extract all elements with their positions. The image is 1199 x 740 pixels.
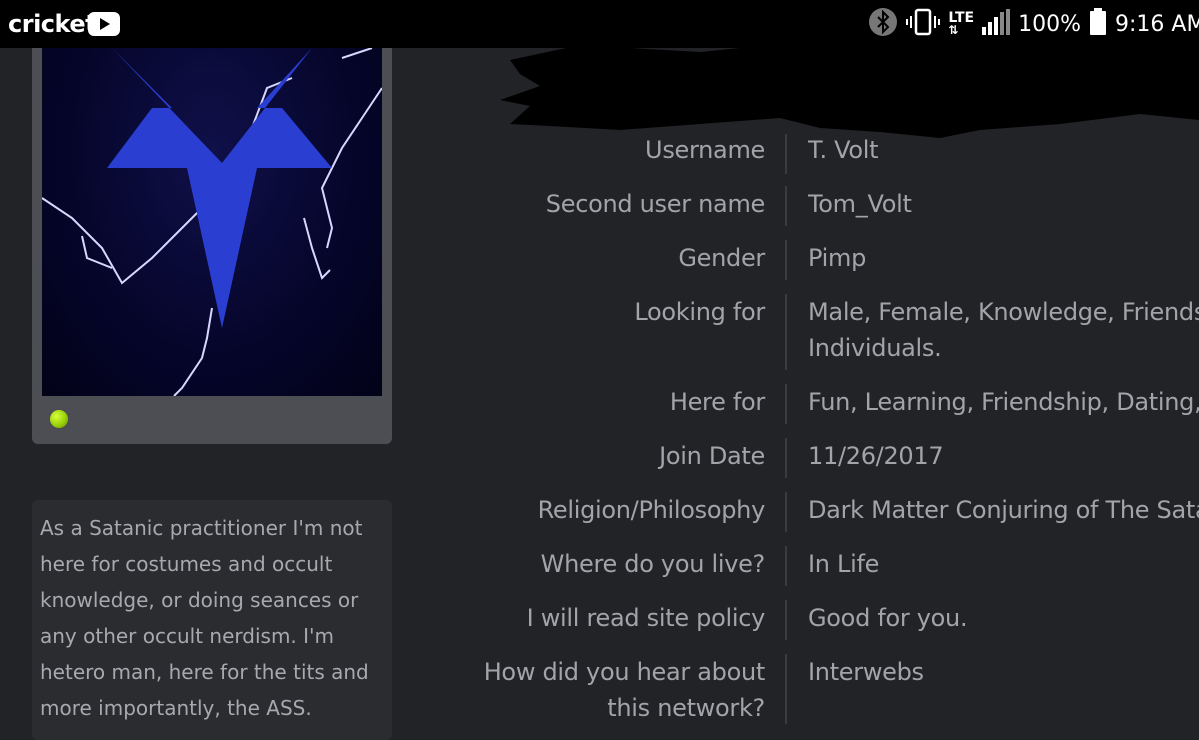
bluetooth-icon — [868, 7, 898, 41]
row-divider — [785, 546, 787, 586]
profile-photo-card — [32, 48, 392, 444]
youtube-icon — [88, 12, 120, 40]
info-value: Pimp — [808, 244, 867, 272]
online-status-indicator — [50, 410, 68, 428]
info-label: Here for — [669, 388, 765, 416]
info-value: Good for you. — [808, 604, 968, 632]
info-value: Interwebs — [808, 658, 924, 686]
profile-avatar[interactable] — [42, 48, 382, 396]
info-value: 11/26/2017 — [808, 442, 944, 470]
carrier-name: cricket — [8, 10, 97, 38]
status-bar: cricket LTE ⇅ 100% 9:16 AM — [0, 0, 1199, 48]
clock-time: 9:16 AM — [1115, 11, 1199, 37]
info-value: Dark Matter Conjuring of The Sata — [808, 496, 1199, 524]
row-divider — [785, 438, 787, 478]
status-icons: LTE ⇅ 100% 9:16 AM — [868, 8, 1199, 40]
info-value: Fun, Learning, Friendship, Dating, W — [808, 388, 1199, 416]
info-label: Looking for — [634, 298, 765, 326]
info-label: Join Date — [659, 442, 765, 470]
redaction-scribble — [500, 40, 1199, 138]
info-value: Male, Female, Knowledge, Friends, Indivi… — [808, 298, 1199, 362]
info-label: Second user name — [545, 190, 766, 218]
row-divider — [785, 384, 787, 424]
info-label: Religion/Philosophy — [537, 496, 766, 524]
vibrate-icon — [906, 7, 941, 41]
battery-icon — [1089, 8, 1107, 40]
row-divider — [785, 294, 787, 370]
signal-icon — [982, 9, 1011, 39]
row-divider — [785, 600, 787, 640]
info-label: How did you hear about this network? — [483, 658, 766, 722]
row-divider — [785, 186, 787, 226]
lte-icon: LTE ⇅ — [948, 10, 975, 37]
profile-bio: As a Satanic practitioner I'm not here f… — [32, 500, 392, 740]
info-value: In Life — [808, 550, 880, 578]
row-divider — [785, 654, 787, 724]
info-label: I will read site policy — [526, 604, 766, 632]
row-divider — [785, 240, 787, 280]
lightning-emblem-image — [42, 48, 382, 396]
row-divider — [785, 492, 787, 532]
battery-percent: 100% — [1018, 11, 1081, 37]
info-label: Where do you live? — [540, 550, 766, 578]
info-value: Tom_Volt — [808, 190, 912, 218]
info-label: Gender — [678, 244, 765, 272]
